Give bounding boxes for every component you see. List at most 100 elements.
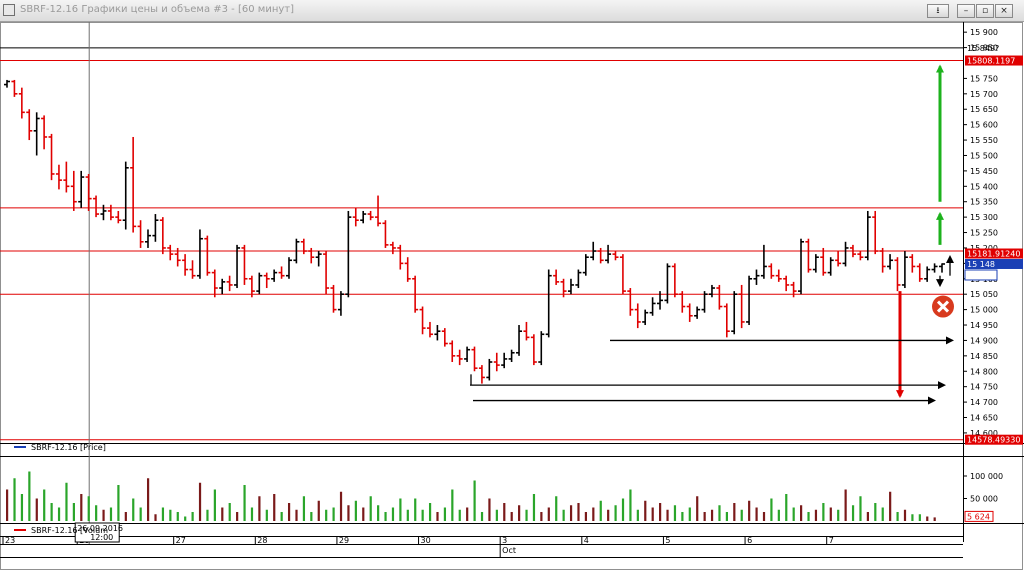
month-label: Oct xyxy=(502,546,516,555)
price-label: 15181.91240 xyxy=(965,248,1023,259)
volume-bar xyxy=(206,509,209,521)
current-price-marker xyxy=(964,269,998,281)
ohlc-bar xyxy=(144,229,151,248)
volume-bar xyxy=(72,503,75,521)
volume-bar xyxy=(265,509,268,521)
volume-bar xyxy=(406,509,409,521)
price-tick-label: 15 650 xyxy=(970,105,998,114)
volume-tick-label: 50 000 xyxy=(970,495,998,504)
volume-bar xyxy=(6,489,9,521)
price-tick-label: 15 700 xyxy=(970,90,998,99)
volume-bar xyxy=(428,503,432,521)
ohlc-bar xyxy=(330,284,337,313)
ohlc-bar xyxy=(768,263,775,279)
price-label-text: 15181.91240 xyxy=(967,250,1020,259)
ohlc-bar xyxy=(404,257,411,282)
volume-bar xyxy=(666,509,669,521)
ohlc-bar xyxy=(516,325,523,356)
ohlc-bar xyxy=(441,328,448,347)
ohlc-bar xyxy=(582,254,589,276)
ohlc-bar xyxy=(857,251,864,261)
volume-bar xyxy=(221,507,224,521)
volume-bar xyxy=(659,503,662,521)
price-label: 15 849? xyxy=(967,44,999,53)
ohlc-bar xyxy=(434,325,441,341)
price-label: 15808.1197 xyxy=(965,55,1023,66)
volume-bar xyxy=(95,505,98,521)
price-label-text: 15 148 xyxy=(967,260,995,269)
minimize-button[interactable]: – xyxy=(957,4,975,18)
volume-bar xyxy=(555,496,558,521)
ohlc-bar xyxy=(130,136,137,233)
volume-bar xyxy=(592,507,595,521)
volume-bar xyxy=(703,512,706,521)
ohlc-bar xyxy=(835,251,842,267)
volume-bar xyxy=(198,482,202,521)
volume-bar xyxy=(525,509,528,521)
chart-frames xyxy=(0,22,1024,570)
time-tick-label: 7 xyxy=(829,536,834,545)
volume-bar xyxy=(109,507,113,521)
volume-bar xyxy=(228,503,231,521)
window-app-icon xyxy=(3,4,15,16)
volume-bar xyxy=(829,507,832,521)
volume-bar xyxy=(154,514,157,521)
ohlc-bar xyxy=(122,161,129,230)
volume-bar xyxy=(213,489,216,521)
ohlc-bar xyxy=(48,133,55,181)
ohlc-bar xyxy=(731,291,738,335)
volume-bar xyxy=(421,509,424,521)
volume-bar xyxy=(918,514,921,521)
ohlc-bar xyxy=(33,112,40,156)
volume-bar xyxy=(814,509,818,521)
volume-bar xyxy=(295,509,298,521)
ohlc-bar xyxy=(211,269,218,298)
price-tick-label: 15 450 xyxy=(970,167,998,176)
time-tick-label: 5 xyxy=(665,536,670,545)
volume-bar xyxy=(302,496,306,521)
ohlc-bar xyxy=(619,254,626,295)
time-tick-label: 4 xyxy=(584,536,589,545)
volume-bar xyxy=(280,512,283,521)
volume-bar xyxy=(688,507,691,521)
volume-bar xyxy=(273,494,276,521)
volume-bar xyxy=(488,498,491,521)
volume-bar xyxy=(377,505,380,521)
pin-button[interactable]: ⭳ xyxy=(927,4,949,18)
price-tick-label: 15 300 xyxy=(970,213,998,222)
price-tick-label: 15 050 xyxy=(970,290,998,299)
ohlc-bar xyxy=(627,288,634,316)
volume-bar xyxy=(43,489,46,521)
volume-bar xyxy=(480,512,484,521)
ohlc-bar xyxy=(456,349,463,366)
price-legend-label: SBRF-12.16 [Price] xyxy=(31,443,106,452)
ohlc-bar xyxy=(545,269,552,338)
volume-bar xyxy=(807,512,810,521)
volume-bar xyxy=(607,509,610,521)
ohlc-bar xyxy=(812,254,819,273)
volume-bar xyxy=(822,503,825,521)
ohlc-bar xyxy=(219,278,226,295)
ohlc-bar xyxy=(634,303,641,329)
ohlc-bar xyxy=(4,79,10,88)
volume-bar xyxy=(889,491,892,521)
volume-bar xyxy=(317,500,320,521)
ohlc-bar xyxy=(798,238,805,295)
close-button[interactable]: × xyxy=(995,4,1013,18)
chart-canvas[interactable]: 15 90015 85015 75015 70015 65015 60015 5… xyxy=(0,22,1024,571)
ohlc-bar xyxy=(879,247,886,273)
volume-bar xyxy=(399,498,402,521)
ohlc-bar xyxy=(107,204,114,221)
annotations xyxy=(470,64,954,405)
ohlc-bar xyxy=(746,275,753,326)
volume-legend-label: SBRF-12.16 [Volum xyxy=(31,526,108,535)
volume-bar xyxy=(903,509,907,521)
ohlc-bar xyxy=(612,251,619,261)
ohlc-bar xyxy=(827,257,834,276)
ohlc-bar xyxy=(567,278,574,295)
volume-bar xyxy=(510,512,513,521)
ohlc-bar xyxy=(887,254,894,270)
ohlc-bar xyxy=(308,247,315,264)
restore-button[interactable]: ▫ xyxy=(976,4,994,18)
ohlc-bar xyxy=(11,79,18,97)
